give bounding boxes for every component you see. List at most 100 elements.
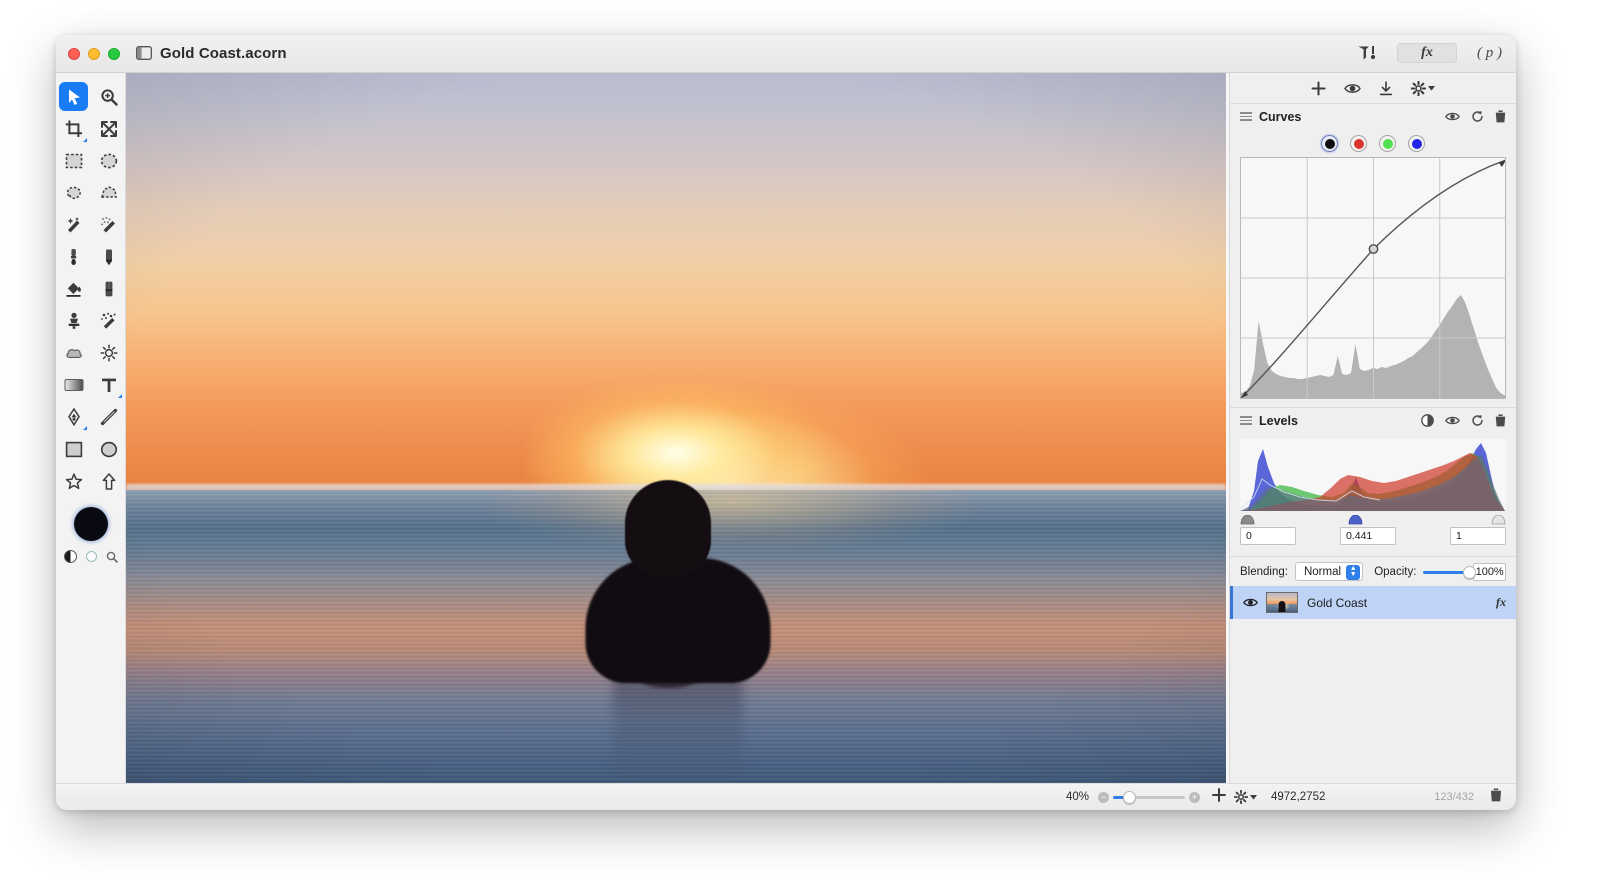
- pencil-tool[interactable]: [91, 241, 126, 273]
- elliptical-select-tool[interactable]: [91, 145, 126, 177]
- bezier-pen-tool[interactable]: [56, 401, 91, 433]
- layer-name: Gold Coast: [1307, 596, 1367, 610]
- zoom-in-icon[interactable]: +: [1189, 792, 1200, 803]
- levels-actions: [1421, 414, 1506, 427]
- magic-wand-tool[interactable]: [56, 209, 91, 241]
- levels-panel-header: Levels: [1230, 407, 1516, 433]
- blend-mode-value: Normal: [1304, 566, 1341, 578]
- canvas-image[interactable]: [126, 73, 1226, 787]
- channel-red-button[interactable]: [1350, 135, 1367, 152]
- status-bar: 40% − + 4972,2752 123/432: [56, 783, 1516, 810]
- foreground-color-swatch[interactable]: [74, 507, 108, 541]
- smudge-tool[interactable]: [91, 305, 126, 337]
- zoom-out-icon[interactable]: −: [1098, 792, 1109, 803]
- trash-icon[interactable]: [1495, 110, 1506, 123]
- inspector-panel: Curves: [1229, 73, 1516, 810]
- curves-control-point: [1369, 245, 1377, 253]
- eraser-tool[interactable]: [91, 273, 126, 305]
- chevron-updown-icon[interactable]: ▲▼: [1346, 565, 1360, 580]
- eye-icon[interactable]: [1445, 111, 1460, 122]
- rectangular-select-tool[interactable]: [56, 145, 91, 177]
- line-tool[interactable]: [91, 401, 126, 433]
- gear-dropdown-icon[interactable]: [1411, 81, 1435, 96]
- text-tool[interactable]: [91, 369, 126, 401]
- magnifier-icon[interactable]: [106, 551, 118, 563]
- levels-value-fields: 0 0.441 1: [1240, 527, 1506, 547]
- levels-white-input[interactable]: 1: [1450, 527, 1506, 545]
- levels-gamma-handle[interactable]: [1348, 512, 1363, 522]
- eye-icon[interactable]: [1344, 82, 1361, 95]
- eye-icon[interactable]: [1445, 415, 1460, 426]
- color-circle-icon[interactable]: [86, 551, 97, 562]
- layer-options-gear[interactable]: [1234, 790, 1257, 804]
- blend-mode-select[interactable]: Normal ▲▼: [1295, 562, 1363, 581]
- brush-tool[interactable]: [56, 241, 91, 273]
- tool-grid: [56, 73, 125, 497]
- delete-layer-button[interactable]: [1490, 788, 1502, 807]
- reset-icon[interactable]: [1471, 414, 1484, 427]
- arrow-shape-tool[interactable]: [91, 465, 126, 497]
- levels-histogram[interactable]: [1240, 439, 1506, 511]
- title-bar: Gold Coast.acorn fx ( p ): [56, 35, 1516, 73]
- window-title: Gold Coast.acorn: [160, 45, 287, 62]
- tools-hammer-icon[interactable]: [1357, 44, 1377, 62]
- layer-row[interactable]: Gold Coast fx: [1230, 586, 1516, 619]
- ellipse-shape-tool[interactable]: [91, 433, 126, 465]
- minimize-button[interactable]: [88, 48, 100, 60]
- layer-fx-badge[interactable]: fx: [1496, 595, 1506, 610]
- fx-button[interactable]: fx: [1397, 43, 1457, 63]
- polygon-lasso-tool[interactable]: [91, 177, 126, 209]
- channel-composite-button[interactable]: [1321, 135, 1338, 152]
- levels-gamma-input[interactable]: 0.441: [1340, 527, 1396, 545]
- window-controls[interactable]: [68, 48, 120, 60]
- blending-row: Blending: Normal ▲▼ Opacity: 100%: [1230, 556, 1516, 586]
- transform-tool[interactable]: [91, 113, 126, 145]
- image-surfer-body: [586, 558, 771, 683]
- opacity-knob[interactable]: [1463, 566, 1476, 579]
- channel-green-button[interactable]: [1379, 135, 1396, 152]
- drag-handle-icon[interactable]: [1240, 416, 1252, 425]
- add-layer-button[interactable]: [1212, 788, 1226, 807]
- dodge-tool[interactable]: [91, 337, 126, 369]
- levels-slider-track[interactable]: [1240, 511, 1506, 525]
- zoom-button[interactable]: [108, 48, 120, 60]
- levels-white-handle[interactable]: [1491, 512, 1506, 522]
- curves-plot: [1241, 158, 1506, 398]
- contrast-toggle-icon[interactable]: [64, 550, 77, 563]
- bucket-fill-tool[interactable]: [56, 273, 91, 305]
- canvas-area[interactable]: Canvas: 5760 × 3840 px: [126, 73, 1229, 810]
- gradient-tool[interactable]: [56, 369, 91, 401]
- move-tool[interactable]: [56, 81, 91, 113]
- add-icon[interactable]: [1311, 81, 1326, 96]
- rectangle-shape-tool[interactable]: [56, 433, 91, 465]
- instant-alpha-tool[interactable]: [91, 209, 126, 241]
- lasso-tool[interactable]: [56, 177, 91, 209]
- star-shape-tool[interactable]: [56, 465, 91, 497]
- memory-usage-label: 123/432: [1434, 791, 1474, 803]
- opacity-label: Opacity:: [1374, 566, 1416, 578]
- levels-black-handle[interactable]: [1240, 512, 1255, 522]
- levels-title: Levels: [1259, 414, 1298, 428]
- zoom-slider[interactable]: − +: [1098, 790, 1200, 805]
- download-icon[interactable]: [1379, 81, 1393, 96]
- zoom-knob[interactable]: [1123, 791, 1136, 804]
- blur-tool[interactable]: [56, 337, 91, 369]
- drag-handle-icon[interactable]: [1240, 112, 1252, 121]
- opacity-input[interactable]: 100%: [1473, 563, 1506, 581]
- crop-tool[interactable]: [56, 113, 91, 145]
- close-button[interactable]: [68, 48, 80, 60]
- eye-icon[interactable]: [1243, 597, 1258, 608]
- curves-graph[interactable]: [1240, 157, 1506, 399]
- clone-stamp-tool[interactable]: [56, 305, 91, 337]
- sidebar-toggle-icon[interactable]: [136, 46, 152, 60]
- channel-blue-button[interactable]: [1408, 135, 1425, 152]
- color-swatches[interactable]: [56, 507, 125, 541]
- levels-plot: [1240, 439, 1505, 511]
- reset-icon[interactable]: [1471, 110, 1484, 123]
- opacity-slider[interactable]: [1423, 565, 1466, 579]
- trash-icon[interactable]: [1495, 414, 1506, 427]
- zoom-tool[interactable]: [91, 81, 126, 113]
- levels-black-input[interactable]: 0: [1240, 527, 1296, 545]
- palette-button[interactable]: ( p ): [1477, 45, 1502, 62]
- contrast-icon[interactable]: [1421, 414, 1434, 427]
